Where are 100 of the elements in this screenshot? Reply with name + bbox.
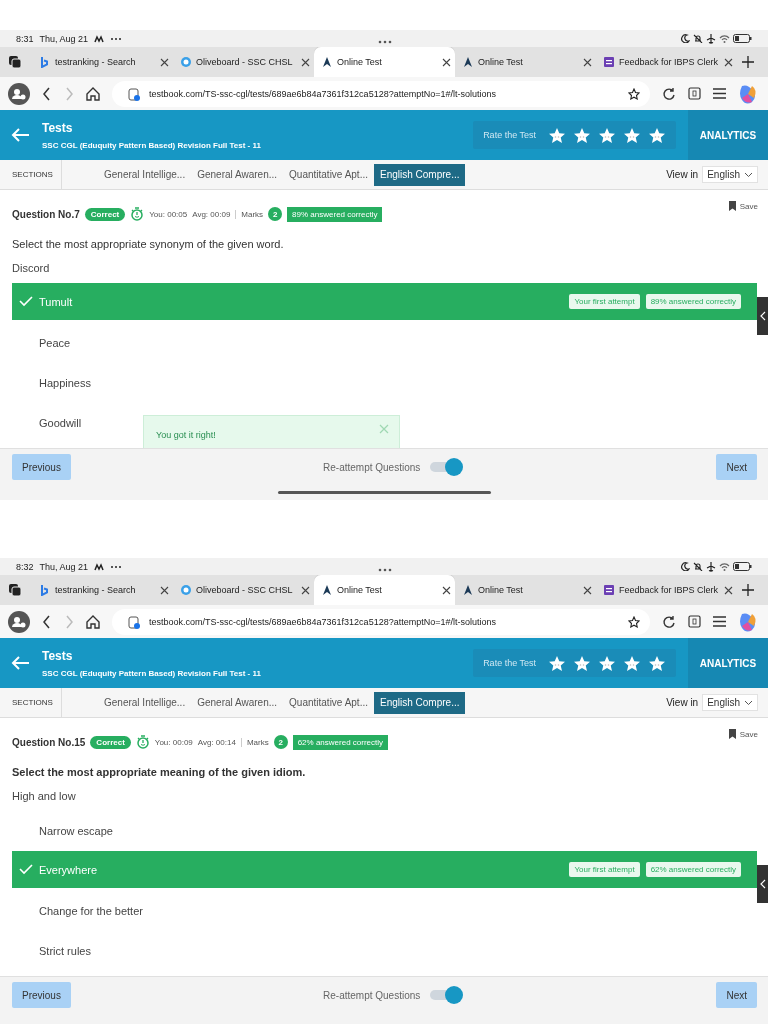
- chevron-down-icon: [744, 699, 753, 706]
- address-bar[interactable]: testbook.com/TS-ssc-cgl/tests/689ae6b84a7361f312ca5128?attemptNo=1#/lt-solutions: [112, 80, 650, 107]
- reload-icon[interactable]: [662, 614, 676, 629]
- section-tab[interactable]: English Compre...: [374, 163, 466, 186]
- rating-star-icon[interactable]: [623, 654, 641, 672]
- menu-icon[interactable]: [713, 87, 726, 100]
- wifi-icon: [719, 34, 730, 43]
- answer-option[interactable]: Narrow escape: [12, 811, 123, 851]
- section-tab[interactable]: Quantitative Apt...: [283, 691, 374, 714]
- bookmark-icon: [727, 729, 737, 739]
- multitask-dots-icon[interactable]: [378, 40, 392, 44]
- side-panel-handle[interactable]: [757, 865, 768, 903]
- your-time: You: 00:05: [149, 209, 188, 219]
- star-icon[interactable]: [628, 615, 640, 628]
- close-icon[interactable]: [583, 585, 592, 595]
- browser-tab[interactable]: testranking - Search: [32, 47, 173, 77]
- address-bar[interactable]: testbook.com/TS-ssc-cgl/tests/689ae6b84a7361f312ca5128?attemptNo=1#/lt-solutions: [112, 608, 650, 635]
- answer-option[interactable]: Happiness: [12, 363, 101, 403]
- tab-switcher-icon[interactable]: [8, 583, 22, 597]
- close-icon[interactable]: [301, 585, 310, 595]
- sections-label: SECTIONS: [0, 687, 62, 718]
- rating-star-icon[interactable]: [623, 126, 641, 144]
- browser-tab[interactable]: Oliveboard - SSC CHSL: [173, 47, 314, 77]
- language-dropdown[interactable]: English: [702, 166, 758, 183]
- save-button[interactable]: Save: [721, 200, 764, 212]
- new-tab-icon[interactable]: [742, 584, 754, 596]
- view-in-label: View in: [666, 697, 699, 708]
- section-tab[interactable]: General Awaren...: [191, 163, 284, 186]
- close-icon[interactable]: [724, 57, 733, 67]
- answer-option[interactable]: Goodwill: [12, 403, 92, 443]
- rating-star-icon[interactable]: [648, 126, 666, 144]
- new-tab-icon[interactable]: [742, 56, 754, 68]
- tab-switcher-icon[interactable]: [8, 55, 22, 69]
- moon-icon: [680, 34, 690, 43]
- reattempt-toggle[interactable]: [430, 986, 465, 1004]
- home-icon[interactable]: [86, 614, 100, 629]
- section-tab[interactable]: General Awaren...: [191, 691, 284, 714]
- browser-tab[interactable]: Online Test: [455, 47, 596, 77]
- next-button[interactable]: Next: [716, 454, 757, 480]
- rating-star-icon[interactable]: [598, 126, 616, 144]
- browser-tab[interactable]: Feedback for IBPS Clerk: [596, 575, 737, 605]
- answer-option[interactable]: Strict rules: [12, 931, 101, 971]
- rating-star-icon[interactable]: [548, 126, 566, 144]
- tab-count-icon[interactable]: [688, 615, 701, 628]
- section-tab[interactable]: General Intellige...: [98, 163, 192, 186]
- close-icon[interactable]: [724, 585, 733, 595]
- answer-option[interactable]: Change for the better: [12, 891, 153, 931]
- side-panel-handle[interactable]: [757, 297, 768, 335]
- browser-tab[interactable]: Online Test: [314, 47, 455, 77]
- tab-count-icon[interactable]: [688, 87, 701, 100]
- back-arrow-icon[interactable]: [11, 127, 31, 143]
- airplane-icon: [706, 561, 716, 572]
- multitask-dots-icon[interactable]: [378, 568, 392, 572]
- rating-label: Rate the Test: [483, 130, 536, 140]
- circle-logo-icon: [180, 56, 192, 68]
- save-button[interactable]: Save: [721, 728, 764, 740]
- chevron-left-icon: [759, 311, 766, 321]
- section-tab[interactable]: English Compre...: [374, 691, 466, 714]
- browser-tab[interactable]: testranking - Search: [32, 575, 173, 605]
- browser-tab[interactable]: Online Test: [314, 575, 455, 605]
- rating-star-icon[interactable]: [573, 126, 591, 144]
- question-text: Select the most appropriate meaning of the given idiom.: [11, 766, 307, 780]
- wifi-icon: [719, 562, 730, 571]
- browser-tab[interactable]: Oliveboard - SSC CHSL: [173, 575, 314, 605]
- section-tab[interactable]: General Intellige...: [98, 691, 192, 714]
- close-icon[interactable]: [442, 57, 451, 67]
- rating-star-icon[interactable]: [598, 654, 616, 672]
- attempt-badge: 62% answered correctly: [645, 862, 741, 877]
- home-icon[interactable]: [86, 86, 100, 101]
- test-name: SSC CGL (Eduquity Pattern Based) Revision Full Test - 11: [42, 668, 262, 678]
- previous-button[interactable]: Previous: [12, 454, 71, 480]
- back-icon[interactable]: [42, 614, 52, 629]
- star-icon[interactable]: [628, 87, 640, 100]
- previous-button[interactable]: Previous: [12, 982, 71, 1008]
- reattempt-toggle[interactable]: [430, 458, 465, 476]
- close-icon[interactable]: [301, 57, 310, 67]
- site-info-icon[interactable]: [128, 614, 141, 629]
- language-dropdown[interactable]: English: [702, 694, 758, 711]
- analytics-button[interactable]: ANALYTICS: [688, 110, 768, 160]
- close-icon[interactable]: [160, 57, 169, 67]
- menu-icon[interactable]: [713, 615, 726, 628]
- rating-star-icon[interactable]: [573, 654, 591, 672]
- close-icon[interactable]: [442, 585, 451, 595]
- section-tab[interactable]: Quantitative Apt...: [283, 163, 374, 186]
- close-icon[interactable]: [160, 585, 169, 595]
- profile-icon[interactable]: [8, 610, 30, 633]
- reload-icon[interactable]: [662, 86, 676, 101]
- back-icon[interactable]: [42, 86, 52, 101]
- profile-icon[interactable]: [8, 82, 30, 105]
- next-button[interactable]: Next: [716, 982, 757, 1008]
- browser-tab[interactable]: Online Test: [455, 575, 596, 605]
- site-info-icon[interactable]: [128, 86, 141, 101]
- answer-option[interactable]: Peace: [12, 323, 81, 363]
- back-arrow-icon[interactable]: [11, 655, 31, 671]
- page-title: Tests: [42, 648, 74, 663]
- rating-star-icon[interactable]: [648, 654, 666, 672]
- analytics-button[interactable]: ANALYTICS: [688, 638, 768, 688]
- close-icon[interactable]: [583, 57, 592, 67]
- rating-star-icon[interactable]: [548, 654, 566, 672]
- browser-tab[interactable]: Feedback for IBPS Clerk: [596, 47, 737, 77]
